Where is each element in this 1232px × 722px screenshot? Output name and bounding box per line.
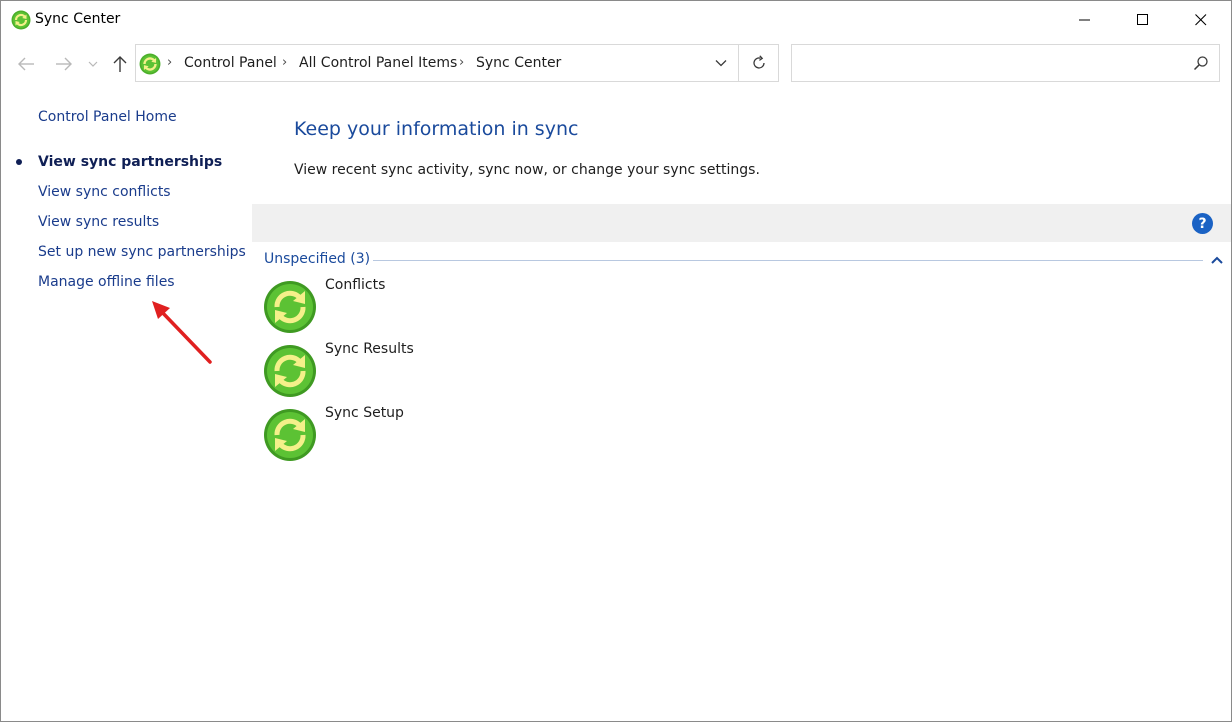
back-button[interactable] bbox=[15, 53, 37, 75]
maximize-icon bbox=[1137, 14, 1148, 25]
back-arrow-icon bbox=[18, 57, 34, 71]
forward-button[interactable] bbox=[53, 53, 75, 75]
search-icon bbox=[1193, 56, 1208, 71]
minimize-icon bbox=[1079, 19, 1090, 21]
refresh-icon bbox=[753, 55, 765, 69]
title-bar: Sync Center bbox=[1, 1, 1231, 39]
active-bullet-icon bbox=[16, 159, 22, 165]
window-title: Sync Center bbox=[35, 11, 121, 27]
manage-offline-files-link[interactable]: Manage offline files bbox=[38, 274, 175, 290]
sync-center-icon bbox=[139, 53, 161, 75]
chevron-up-icon[interactable] bbox=[1210, 254, 1224, 266]
breadcrumb-separator-icon[interactable]: › bbox=[459, 55, 464, 70]
left-navigation-pane: Control Panel Home View sync partnership… bbox=[1, 96, 251, 716]
chevron-down-icon bbox=[715, 60, 727, 67]
group-header-unspecified[interactable]: Unspecified (3) bbox=[264, 251, 370, 267]
sync-item-sync-results[interactable]: Sync Results bbox=[263, 341, 563, 402]
breadcrumb-separator-icon[interactable]: › bbox=[282, 55, 287, 70]
command-bar: ? bbox=[252, 204, 1231, 242]
recent-locations-button[interactable] bbox=[85, 53, 101, 75]
close-icon bbox=[1195, 14, 1207, 26]
sync-item-conflicts[interactable]: Conflicts bbox=[263, 277, 563, 338]
group-divider bbox=[373, 260, 1203, 261]
up-arrow-icon bbox=[113, 56, 127, 72]
refresh-button[interactable] bbox=[738, 45, 779, 81]
breadcrumb-sync-center[interactable]: Sync Center bbox=[476, 55, 561, 71]
sync-item-label: Conflicts bbox=[325, 277, 386, 293]
maximize-button[interactable] bbox=[1114, 1, 1172, 39]
set-up-new-sync-partnerships-link[interactable]: Set up new sync partnerships bbox=[38, 244, 246, 260]
breadcrumb-separator-icon[interactable]: › bbox=[167, 55, 172, 70]
sync-item-label: Sync Results bbox=[325, 341, 414, 357]
address-dropdown-button[interactable] bbox=[704, 45, 738, 81]
search-input[interactable] bbox=[791, 44, 1220, 82]
sync-icon bbox=[264, 409, 316, 461]
sync-icon bbox=[264, 345, 316, 397]
up-button[interactable] bbox=[109, 53, 131, 75]
annotation-arrow-icon bbox=[152, 301, 212, 364]
close-button[interactable] bbox=[1172, 1, 1230, 39]
control-panel-home-link[interactable]: Control Panel Home bbox=[38, 109, 177, 125]
page-title: Keep your information in sync bbox=[294, 118, 579, 140]
help-icon[interactable]: ? bbox=[1192, 213, 1213, 234]
page-description: View recent sync activity, sync now, or … bbox=[294, 162, 760, 178]
view-sync-partnerships-link[interactable]: View sync partnerships bbox=[38, 154, 222, 170]
sync-item-label: Sync Setup bbox=[325, 405, 404, 421]
minimize-button[interactable] bbox=[1056, 1, 1114, 39]
forward-arrow-icon bbox=[56, 57, 72, 71]
breadcrumb-all-control-panel-items[interactable]: All Control Panel Items bbox=[299, 55, 457, 71]
sync-center-window: Sync Center › Control Panel › All Contro… bbox=[0, 0, 1232, 722]
breadcrumb-control-panel[interactable]: Control Panel bbox=[184, 55, 277, 71]
view-sync-conflicts-link[interactable]: View sync conflicts bbox=[38, 184, 171, 200]
view-sync-results-link[interactable]: View sync results bbox=[38, 214, 159, 230]
address-bar[interactable]: › Control Panel › All Control Panel Item… bbox=[135, 44, 779, 82]
sync-item-sync-setup[interactable]: Sync Setup bbox=[263, 405, 563, 466]
sync-center-icon bbox=[11, 10, 31, 30]
chevron-down-icon bbox=[88, 61, 98, 67]
sync-icon bbox=[264, 281, 316, 333]
